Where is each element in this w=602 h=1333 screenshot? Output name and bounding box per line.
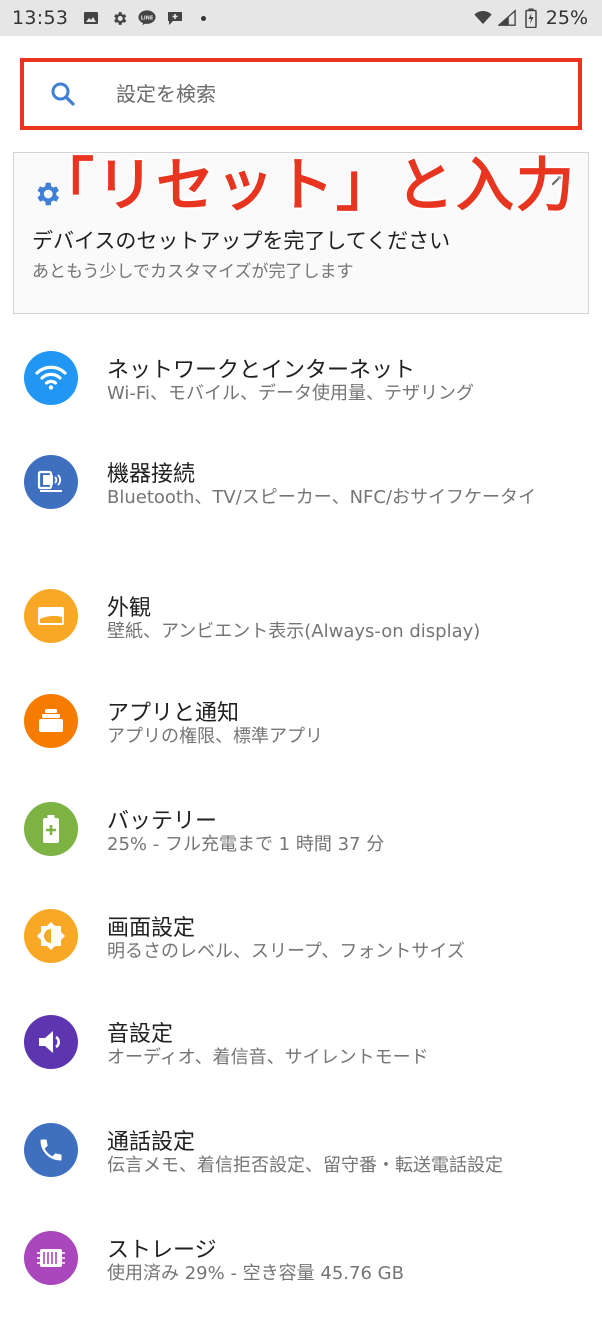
card-subtitle: あともう少しでカスタマイズが完了します	[32, 262, 354, 282]
settings-item-subtitle: 25% - フル充電まで 1 時間 37 分	[107, 834, 385, 855]
settings-item-title: 通話設定	[107, 1130, 196, 1155]
status-time: 13:53	[12, 7, 69, 29]
settings-item-apps[interactable]: アプリと通知 アプリの権限、標準アプリ	[0, 674, 602, 781]
battery-percent: 25%	[545, 7, 588, 29]
settings-item-title: 外観	[107, 596, 152, 621]
settings-item-title: アプリと通知	[107, 701, 240, 726]
storage-icon	[24, 1231, 78, 1285]
search-bar[interactable]	[20, 58, 582, 130]
settings-item-devices[interactable]: 機器接続 Bluetooth、TV/スピーカー、NFC/おサイフケータイ	[0, 436, 602, 567]
phone-icon	[24, 1123, 78, 1177]
settings-item-title: バッテリー	[107, 809, 218, 834]
settings-item-wallpaper[interactable]: 外観 壁紙、アンビエント表示(Always-on display)	[0, 567, 602, 674]
settings-item-phone[interactable]: 通話設定 伝言メモ、着信拒否設定、留守番・転送電話設定	[0, 1102, 602, 1209]
settings-item-title: 音設定	[107, 1022, 174, 1047]
chat-icon	[166, 9, 184, 27]
annotation-overlay: 「リセット」と入力	[34, 150, 577, 221]
battery-status-icon	[522, 8, 540, 28]
wifi-icon	[24, 351, 78, 405]
battery-icon	[24, 802, 78, 856]
settings-item-title: 画面設定	[107, 916, 196, 941]
settings-item-subtitle: Bluetooth、TV/スピーカー、NFC/おサイフケータイ	[107, 487, 537, 508]
brightness-icon	[24, 909, 78, 963]
settings-item-subtitle: オーディオ、着信音、サイレントモード	[107, 1047, 429, 1068]
line-app-icon: LINE	[138, 9, 156, 27]
card-title: デバイスのセットアップを完了してください	[32, 229, 451, 253]
settings-item-subtitle: Wi-Fi、モバイル、データ使用量、テザリング	[107, 383, 474, 404]
dot-icon	[194, 9, 212, 27]
settings-item-title: ネットワークとインターネット	[107, 358, 416, 383]
apps-icon	[24, 694, 78, 748]
settings-item-subtitle: 壁紙、アンビエント表示(Always-on display)	[107, 621, 481, 642]
settings-item-subtitle: 明るさのレベル、スリープ、フォントサイズ	[107, 941, 465, 962]
wallpaper-icon	[24, 589, 78, 643]
search-icon	[48, 79, 78, 109]
status-bar: 13:53 LINE 25%	[0, 0, 602, 36]
signal-icon	[497, 9, 516, 27]
wifi-status-icon	[474, 9, 492, 27]
volume-icon	[24, 1015, 78, 1069]
settings-item-battery[interactable]: バッテリー 25% - フル充電まで 1 時間 37 分	[0, 781, 602, 888]
settings-item-brightness[interactable]: 画面設定 明るさのレベル、スリープ、フォントサイズ	[0, 888, 602, 995]
image-icon	[82, 9, 100, 27]
status-right: 25%	[474, 7, 588, 29]
search-input[interactable]	[114, 81, 538, 107]
settings-item-subtitle: アプリの権限、標準アプリ	[107, 726, 323, 747]
settings-item-volume[interactable]: 音設定 オーディオ、着信音、サイレントモード	[0, 995, 602, 1102]
gear-icon	[110, 9, 128, 27]
devices-icon	[24, 455, 78, 509]
settings-item-title: ストレージ	[107, 1238, 217, 1263]
svg-text:LINE: LINE	[141, 15, 154, 21]
settings-item-storage[interactable]: ストレージ 使用済み 29% - 空き容量 45.76 GB	[0, 1209, 602, 1319]
settings-item-wifi[interactable]: ネットワークとインターネット Wi-Fi、モバイル、データ使用量、テザリング	[0, 330, 602, 436]
notification-icons: LINE	[82, 9, 212, 27]
settings-item-subtitle: 使用済み 29% - 空き容量 45.76 GB	[107, 1263, 404, 1284]
settings-item-title: 機器接続	[107, 462, 196, 487]
settings-item-subtitle: 伝言メモ、着信拒否設定、留守番・転送電話設定	[107, 1155, 503, 1176]
